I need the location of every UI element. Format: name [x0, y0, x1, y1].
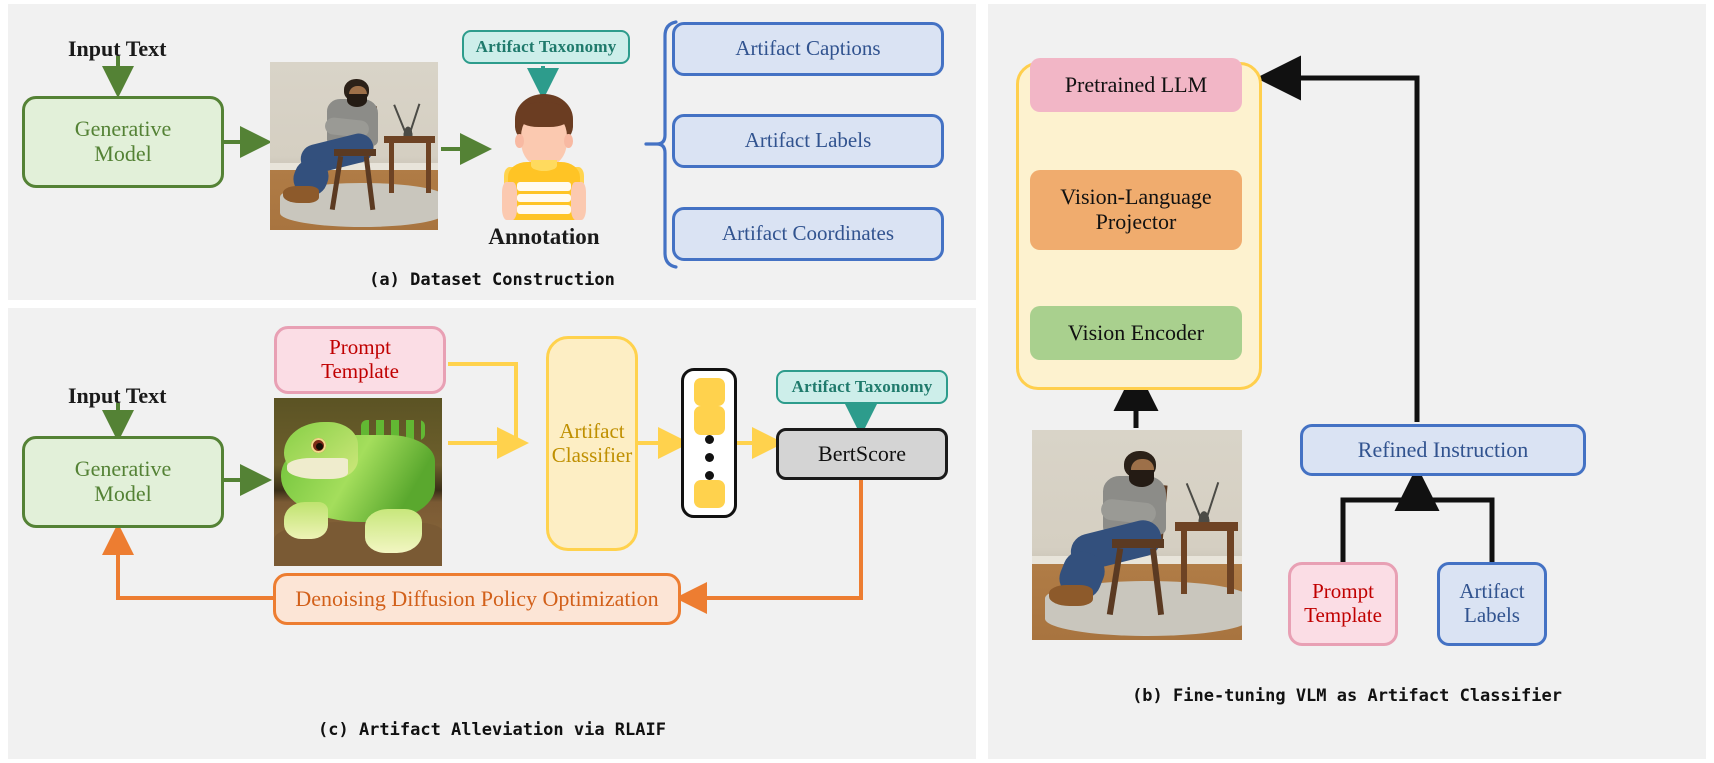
panel-a-generated-image — [270, 62, 438, 230]
token-chip — [693, 479, 725, 508]
panel-b-artifact-labels-box[interactable]: Artifact Labels — [1437, 562, 1547, 646]
panel-c-bertscore-box[interactable]: BertScore — [776, 428, 948, 480]
panel-c-prompt-template-box[interactable]: Prompt Template — [274, 326, 446, 394]
panel-c-generated-image — [274, 398, 442, 566]
panel-b-pretrained-llm-box[interactable]: Pretrained LLM — [1030, 58, 1242, 112]
panel-b-input-image — [1032, 430, 1242, 640]
panel-a-generative-model-box[interactable]: Generative Model — [22, 96, 224, 188]
panel-c-caption: (c) Artifact Alleviation via RLAIF — [318, 720, 666, 740]
panel-a-caption: (a) Dataset Construction — [369, 270, 615, 290]
panel-a-output-artifact-labels[interactable]: Artifact Labels — [672, 114, 944, 168]
panel-a-input-text-label: Input Text — [68, 36, 167, 61]
panel-c-token-column — [681, 368, 737, 518]
figure-root: Input Text Generative Model Artifact Tax… — [0, 0, 1714, 763]
panel-a-output-artifact-coordinates[interactable]: Artifact Coordinates — [672, 207, 944, 261]
panel-c-artifact-taxonomy-box[interactable]: Artifact Taxonomy — [776, 370, 948, 404]
panel-c-generative-model-box[interactable]: Generative Model — [22, 436, 224, 528]
panel-a-output-artifact-captions[interactable]: Artifact Captions — [672, 22, 944, 76]
token-chip — [693, 406, 725, 435]
panel-b-refined-instruction-box[interactable]: Refined Instruction — [1300, 424, 1586, 476]
panel-artifact-alleviation: Input Text Generative Model Prompt Templ… — [8, 308, 976, 759]
annotator-avatar-icon — [496, 94, 592, 220]
panel-dataset-construction: Input Text Generative Model Artifact Tax… — [8, 4, 976, 300]
panel-finetuning-vlm: Pretrained LLM Vision-Language Projector… — [988, 4, 1706, 759]
panel-b-caption: (b) Fine-tuning VLM as Artifact Classifi… — [1132, 686, 1562, 706]
panel-b-vision-encoder-box[interactable]: Vision Encoder — [1030, 306, 1242, 360]
panel-c-artifact-classifier-box[interactable]: Artifact Classifier — [546, 336, 638, 551]
panel-b-vision-language-projector-box[interactable]: Vision-Language Projector — [1030, 170, 1242, 250]
ellipsis-dots-icon — [704, 434, 714, 480]
token-chip — [693, 378, 725, 407]
panel-a-annotation-label: Annotation — [488, 224, 600, 249]
panel-c-ddpo-box[interactable]: Denoising Diffusion Policy Optimization — [273, 573, 681, 625]
panel-c-input-text-label: Input Text — [68, 383, 167, 408]
panel-a-artifact-taxonomy-box[interactable]: Artifact Taxonomy — [462, 30, 630, 64]
panel-b-prompt-template-box[interactable]: Prompt Template — [1288, 562, 1398, 646]
